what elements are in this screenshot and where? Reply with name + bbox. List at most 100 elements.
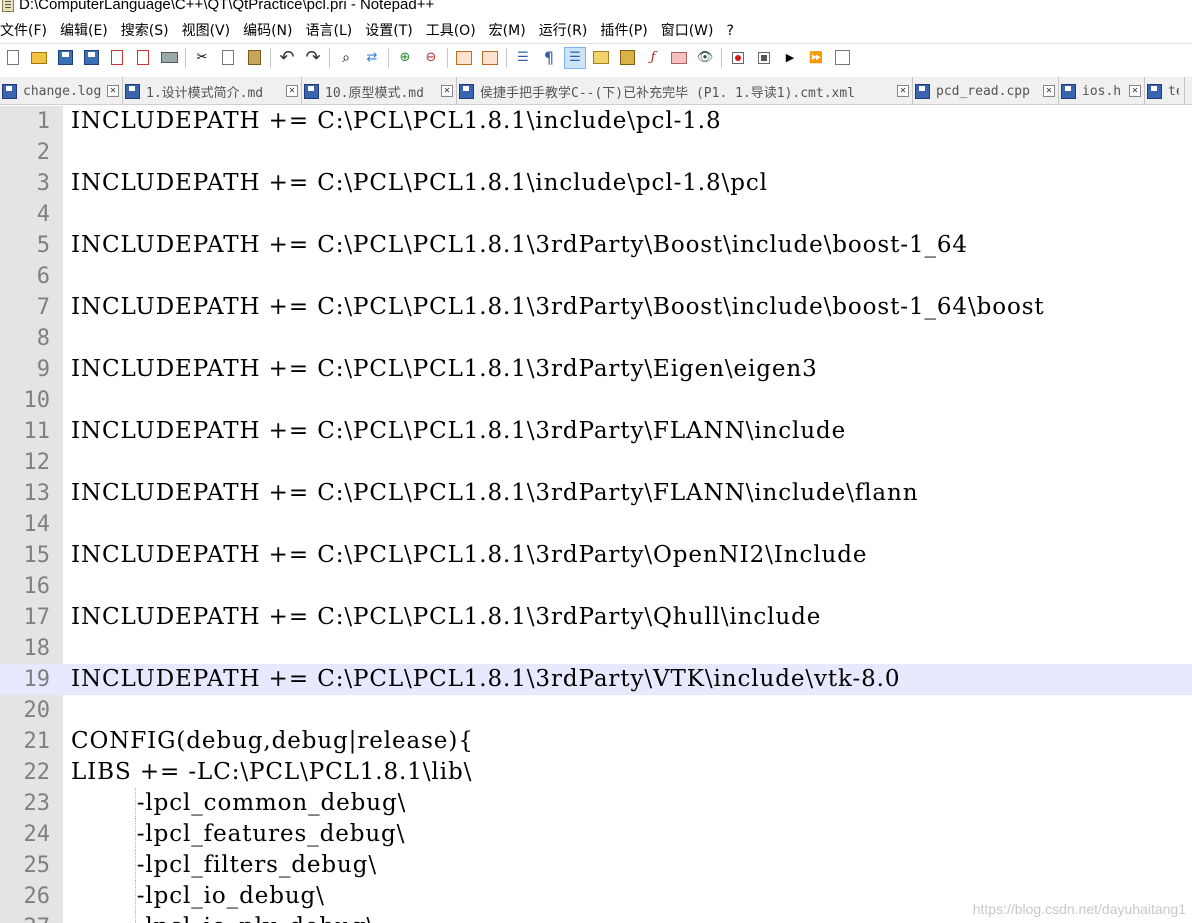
code-line[interactable]: 8: [0, 323, 1192, 354]
editor[interactable]: 1 INCLUDEPATH += C:\PCL\PCL1.8.1\include\…: [0, 106, 1192, 923]
document-tab[interactable]: change.log ✕: [0, 77, 123, 104]
document-tab[interactable]: 侯捷手把手教学C--(下)已补充完毕 (P1. 1.导读1).cmt.xml ✕: [457, 77, 913, 104]
save-icon[interactable]: [54, 47, 76, 69]
cut-icon[interactable]: ✂: [191, 47, 213, 69]
function-list-icon[interactable]: ƒ: [642, 47, 664, 69]
document-tab[interactable]: pcd_read.cpp ✕: [913, 77, 1059, 104]
run-macro-multiple-icon[interactable]: ⏩: [805, 47, 827, 69]
saved-file-icon: [1147, 83, 1162, 99]
code-line[interactable]: 23 -lpcl_common_debug\: [0, 788, 1192, 819]
record-macro-icon[interactable]: [727, 47, 749, 69]
zoom-in-icon[interactable]: ⊕: [394, 47, 416, 69]
menu-item[interactable]: 视图(V): [182, 20, 231, 42]
save-macro-icon[interactable]: [831, 47, 853, 69]
tab-close-icon[interactable]: ✕: [1129, 85, 1141, 97]
code-line[interactable]: 2: [0, 137, 1192, 168]
menu-item[interactable]: 工具(O): [426, 20, 476, 42]
menu-item[interactable]: 文件(F): [0, 20, 47, 42]
sync-horizontal-icon[interactable]: [479, 47, 501, 69]
menu-item[interactable]: 编辑(E): [60, 20, 108, 42]
sync-vertical-icon[interactable]: [453, 47, 475, 69]
play-macro-icon[interactable]: ▶: [779, 47, 801, 69]
code-line[interactable]: 5 INCLUDEPATH += C:\PCL\PCL1.8.1\3rdParty…: [0, 230, 1192, 261]
tab-close-icon[interactable]: ✕: [1043, 85, 1055, 97]
toolbar-separator: [506, 47, 507, 68]
menu-item[interactable]: 运行(R): [539, 20, 588, 42]
new-file-icon[interactable]: [2, 47, 24, 69]
print-icon[interactable]: [158, 47, 180, 69]
save-all-icon[interactable]: [80, 47, 102, 69]
line-number: 16: [23, 574, 51, 599]
code-line[interactable]: 24 -lpcl_features_debug\: [0, 819, 1192, 850]
code-line[interactable]: 20: [0, 695, 1192, 726]
tab-close-icon[interactable]: ✕: [897, 85, 909, 97]
udl-icon[interactable]: [590, 47, 612, 69]
document-tab[interactable]: ios.h ✕: [1059, 77, 1145, 104]
line-number: 27: [0, 912, 51, 923]
code-line[interactable]: 13 INCLUDEPATH += C:\PCL\PCL1.8.1\3rdPart…: [0, 478, 1192, 509]
open-file-icon[interactable]: [28, 47, 50, 69]
line-number: 18: [23, 636, 51, 661]
document-tab[interactable]: 10.原型模式.md ✕: [302, 77, 457, 104]
code-line[interactable]: 9 INCLUDEPATH += C:\PCL\PCL1.8.1\3rdParty…: [0, 354, 1192, 385]
code-line[interactable]: 11 INCLUDEPATH += C:\PCL\PCL1.8.1\3rdPart…: [0, 416, 1192, 447]
menu-item[interactable]: 语言(L): [306, 20, 353, 42]
code-line[interactable]: 21 CONFIG(debug,debug|release){: [0, 726, 1192, 757]
code-line[interactable]: 16: [0, 571, 1192, 602]
code-line[interactable]: 14: [0, 509, 1192, 540]
doc-map-icon[interactable]: [616, 47, 638, 69]
menu-item[interactable]: 插件(P): [600, 20, 647, 42]
line-text: -lpcl_common_debug\: [71, 790, 407, 816]
find-icon[interactable]: ⌕: [335, 47, 357, 69]
indent-guide: [135, 912, 136, 923]
code-line[interactable]: 3 INCLUDEPATH += C:\PCL\PCL1.8.1\include\…: [0, 168, 1192, 199]
code-line[interactable]: 7 INCLUDEPATH += C:\PCL\PCL1.8.1\3rdParty…: [0, 292, 1192, 323]
tab-close-icon[interactable]: ✕: [107, 85, 119, 97]
menu-item[interactable]: 设置(T): [365, 20, 412, 42]
menu-item[interactable]: 搜索(S): [121, 20, 169, 42]
copy-icon[interactable]: [217, 47, 239, 69]
code-line[interactable]: 4: [0, 199, 1192, 230]
code-line[interactable]: 10: [0, 385, 1192, 416]
code-line[interactable]: 22 LIBS += -LC:\PCL\PCL1.8.1\lib\: [0, 757, 1192, 788]
code-line[interactable]: 17 INCLUDEPATH += C:\PCL\PCL1.8.1\3rdPart…: [0, 602, 1192, 633]
menu-item[interactable]: 编码(N): [243, 20, 292, 42]
close-icon[interactable]: [106, 47, 128, 69]
show-all-chars-icon[interactable]: ¶: [538, 47, 560, 69]
close-all-icon[interactable]: [132, 47, 154, 69]
code-line[interactable]: 18: [0, 633, 1192, 664]
code-line[interactable]: 6: [0, 261, 1192, 292]
menu-item[interactable]: 宏(M): [489, 20, 526, 42]
line-text: -lpcl_features_debug\: [71, 821, 406, 847]
menu-item[interactable]: ?: [727, 20, 734, 42]
code-area[interactable]: 1 INCLUDEPATH += C:\PCL\PCL1.8.1\include\…: [0, 106, 1192, 923]
line-number: 3: [36, 171, 50, 196]
line-number: 11: [23, 419, 51, 444]
menu-item[interactable]: 窗口(W): [661, 20, 714, 42]
document-tab[interactable]: te: [1145, 77, 1185, 104]
indent-guide-icon[interactable]: ☰: [564, 46, 586, 69]
code-line[interactable]: 15 INCLUDEPATH += C:\PCL\PCL1.8.1\3rdPart…: [0, 540, 1192, 571]
tab-label: 10.原型模式.md: [325, 85, 424, 101]
tab-close-icon[interactable]: ✕: [441, 85, 453, 97]
stop-macro-icon[interactable]: [753, 47, 775, 69]
code-line[interactable]: 1 INCLUDEPATH += C:\PCL\PCL1.8.1\include\…: [0, 106, 1192, 137]
code-line[interactable]: 25 -lpcl_filters_debug\: [0, 850, 1192, 881]
word-wrap-icon[interactable]: ☰: [512, 47, 534, 69]
redo-icon[interactable]: ↷: [302, 47, 324, 69]
line-number: 10: [23, 388, 51, 413]
tab-close-icon[interactable]: ✕: [286, 85, 298, 97]
replace-icon[interactable]: ⇄: [361, 47, 383, 69]
document-tab[interactable]: 1.设计模式简介.md ✕: [123, 77, 302, 104]
paste-icon[interactable]: [243, 47, 265, 69]
folder-workspace-icon[interactable]: [668, 47, 690, 69]
code-line[interactable]: 19 INCLUDEPATH += C:\PCL\PCL1.8.1\3rdPart…: [0, 664, 1192, 695]
toolbar-separator: [388, 47, 389, 68]
undo-icon[interactable]: ↶: [276, 47, 298, 69]
zoom-out-icon[interactable]: ⊖: [420, 47, 442, 69]
code-line[interactable]: 12: [0, 447, 1192, 478]
line-text: INCLUDEPATH += C:\PCL\PCL1.8.1\3rdParty\…: [71, 356, 818, 382]
monitor-icon[interactable]: 👁: [694, 47, 716, 69]
indent-guide: [135, 788, 136, 819]
line-number: 5: [36, 233, 50, 258]
